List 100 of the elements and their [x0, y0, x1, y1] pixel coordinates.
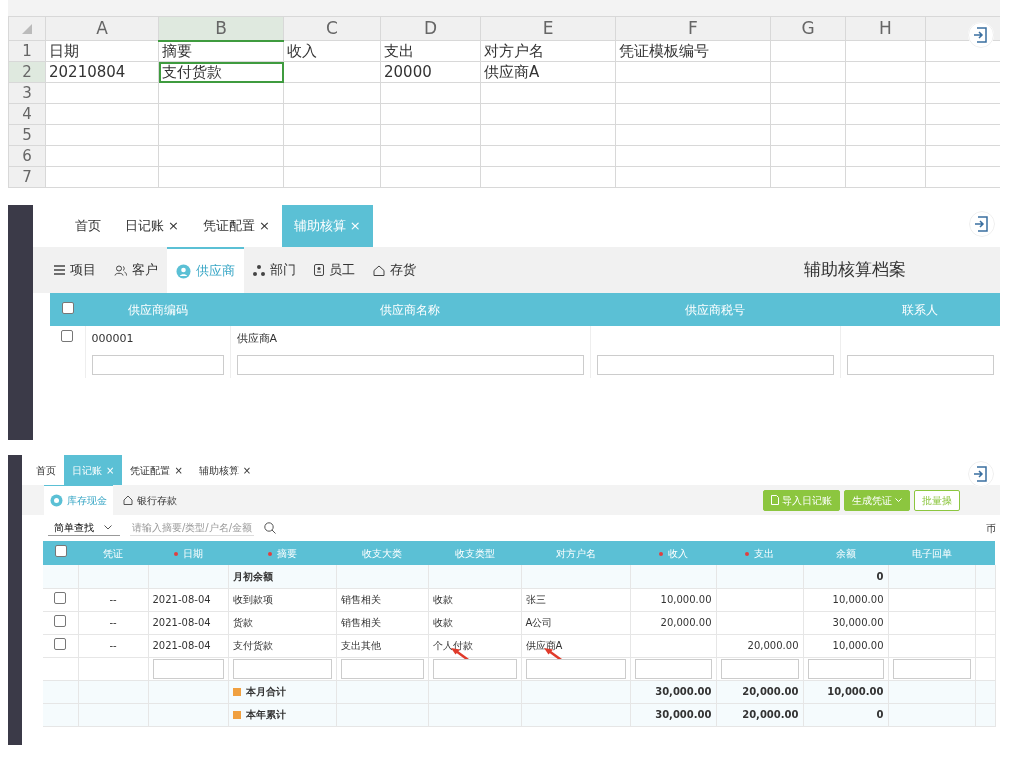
- row-checkbox[interactable]: [54, 637, 67, 650]
- panel-title: 辅助核算档案: [803, 258, 906, 282]
- table-cell: 收款: [432, 594, 453, 605]
- table-cell[interactable]: 凭证模板编号: [615, 40, 771, 62]
- filter-field[interactable]: [432, 658, 517, 679]
- filter-field[interactable]: [152, 658, 224, 679]
- filter-field[interactable]: [340, 658, 424, 679]
- exit-icon[interactable]: [968, 22, 994, 48]
- column-header[interactable]: A: [45, 16, 159, 41]
- table-cell[interactable]: 支出: [380, 40, 481, 62]
- column-header[interactable]: F: [615, 16, 771, 41]
- table-cell: 张三: [525, 594, 546, 605]
- tab[interactable]: 首页: [63, 205, 113, 247]
- table-cell: --: [109, 640, 117, 651]
- search-field[interactable]: 请输入摘要/类型/户名/金额: [130, 520, 254, 536]
- column-header: 供应商名称: [230, 293, 590, 326]
- table-cell[interactable]: 摘要: [158, 40, 284, 62]
- close-button[interactable]: ×: [242, 462, 252, 478]
- select-all-icon[interactable]: [22, 24, 32, 34]
- table-cell: 收到款项: [232, 594, 273, 605]
- tab[interactable]: 辅助核算 ×: [190, 455, 260, 485]
- table-cell: 支付货款: [232, 640, 273, 651]
- table-cell[interactable]: 对方户名: [480, 40, 616, 62]
- tab[interactable]: 凭证配置 ×: [122, 455, 191, 485]
- filter-field[interactable]: [892, 658, 971, 679]
- mode-dropdown[interactable]: 简单查找: [48, 520, 120, 536]
- table-cell[interactable]: 20000: [380, 61, 481, 83]
- row-header[interactable]: 6: [8, 145, 46, 167]
- filter-field[interactable]: [596, 355, 834, 375]
- table-cell[interactable]: [283, 61, 381, 83]
- row-header[interactable]: 1: [8, 40, 46, 62]
- table-cell[interactable]: 日期: [45, 40, 159, 62]
- filter-field[interactable]: [232, 658, 332, 679]
- row-header[interactable]: 4: [8, 103, 46, 125]
- tab[interactable]: 凭证配置 ×: [190, 205, 282, 247]
- id-card-icon: [314, 264, 324, 276]
- table-cell[interactable]: 收入: [283, 40, 381, 62]
- row-header[interactable]: 2: [8, 61, 46, 83]
- table-cell: 2021-08-04: [152, 640, 211, 651]
- table-cell[interactable]: [770, 40, 846, 62]
- hierarchy-icon: [253, 264, 265, 276]
- filter-field[interactable]: [807, 658, 884, 679]
- category-tab[interactable]: 员工: [305, 247, 364, 293]
- table-cell: 供应商A: [230, 326, 590, 352]
- column-header[interactable]: D: [380, 16, 481, 41]
- table-cell[interactable]: 支付货款: [158, 61, 284, 83]
- table-cell: 10,000.00: [832, 640, 884, 651]
- select-all-checkbox[interactable]: [54, 545, 67, 557]
- category-tab[interactable]: 客户: [105, 247, 167, 293]
- table-cell: A公司: [525, 617, 553, 628]
- close-button[interactable]: ×: [258, 216, 270, 236]
- table-cell: 10,000.00: [832, 594, 884, 605]
- column-header[interactable]: G: [770, 16, 846, 41]
- row-header[interactable]: 5: [8, 124, 46, 146]
- table-cell: 10,000.00: [660, 594, 712, 605]
- column-header: 供应商税号: [590, 293, 840, 326]
- close-button[interactable]: ×: [168, 216, 179, 236]
- exit-icon[interactable]: [968, 461, 994, 487]
- close-button[interactable]: ×: [174, 462, 183, 478]
- column-header[interactable]: C: [283, 16, 381, 41]
- table-cell: 2021-08-04: [152, 617, 211, 628]
- category-tab[interactable]: 存货: [364, 247, 425, 293]
- search-icon[interactable]: [264, 522, 276, 534]
- column-header[interactable]: E: [480, 16, 616, 41]
- column-header: 联系人: [840, 293, 1000, 326]
- column-header[interactable]: H: [845, 16, 926, 41]
- table-cell[interactable]: [845, 40, 926, 62]
- account-tab[interactable]: 银行存款: [117, 485, 183, 515]
- table-cell: 2021-08-04: [152, 594, 211, 605]
- table-cell[interactable]: [615, 61, 771, 83]
- row-checkbox[interactable]: [61, 330, 74, 343]
- row-header[interactable]: 7: [8, 166, 46, 188]
- category-tab[interactable]: 项目: [45, 247, 105, 293]
- table-cell[interactable]: 供应商A: [480, 61, 616, 83]
- table-cell: 个人付款: [432, 640, 473, 651]
- currency-label: 币: [986, 521, 996, 536]
- filter-field[interactable]: [236, 355, 584, 375]
- people-icon: [114, 264, 127, 276]
- table-cell[interactable]: [845, 61, 926, 83]
- filter-field[interactable]: [91, 355, 224, 375]
- corner-cell[interactable]: [8, 16, 46, 41]
- table-cell: 30,000.00: [832, 617, 884, 628]
- column-header[interactable]: B: [158, 16, 284, 41]
- select-all-checkbox[interactable]: [61, 301, 74, 314]
- filter-field[interactable]: [634, 658, 712, 679]
- row-header[interactable]: 3: [8, 82, 46, 104]
- filter-field[interactable]: [720, 658, 799, 679]
- tab[interactable]: 日记账 ×: [113, 205, 191, 247]
- tab[interactable]: 首页: [28, 455, 64, 485]
- column-header: 摘要: [228, 541, 336, 565]
- filter-field[interactable]: [525, 658, 626, 679]
- filter-field[interactable]: [846, 355, 994, 375]
- category-tab[interactable]: 部门: [244, 247, 305, 293]
- table-cell: 销售相关: [340, 594, 381, 605]
- table-cell: 20,000.00: [660, 617, 712, 628]
- row-checkbox[interactable]: [54, 614, 67, 627]
- table-cell[interactable]: 20210804: [45, 61, 159, 83]
- row-checkbox[interactable]: [54, 591, 67, 604]
- house-icon: [373, 264, 385, 276]
- table-cell[interactable]: [770, 61, 846, 83]
